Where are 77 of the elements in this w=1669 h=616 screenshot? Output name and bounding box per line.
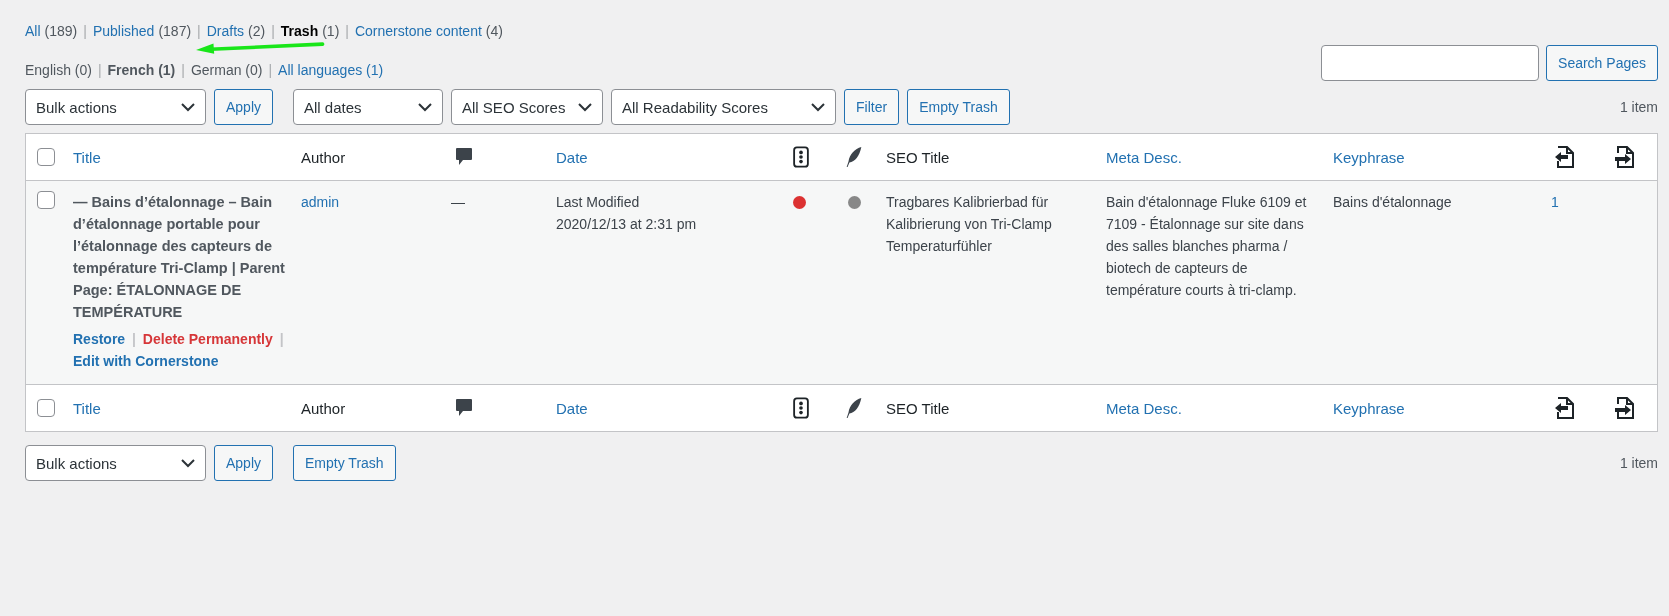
separator: | <box>132 331 136 347</box>
row-action-link[interactable]: Edit with Cornerstone <box>73 353 219 369</box>
incoming-link-icon <box>1613 145 1637 169</box>
column-header: Author <box>301 148 346 166</box>
column-header: SEO Title <box>886 148 950 166</box>
outgoing-link-icon <box>1553 396 1577 420</box>
status-filter-link[interactable]: Drafts <box>206 20 245 42</box>
checkbox[interactable] <box>37 399 55 417</box>
column-header-link[interactable]: Meta Desc. <box>1106 148 1182 166</box>
item-count: 1 item <box>1619 99 1658 115</box>
status-filter-link[interactable]: All <box>25 20 41 42</box>
status-filter-link[interactable]: Trash <box>280 20 319 42</box>
separator: | <box>271 22 275 41</box>
apply-button[interactable]: Apply <box>214 89 274 125</box>
status-filter-link[interactable]: Cornerstone content <box>354 20 482 42</box>
seo-title-text: Tragbares Kalibrierbad für Kalibrierung von Tri-Clamp Temperaturfühler <box>886 193 1053 256</box>
empty-trash-button[interactable]: Empty Trash <box>293 445 396 481</box>
feather-icon <box>844 146 864 168</box>
separator: | <box>197 22 201 41</box>
status-count: (189) <box>44 22 78 41</box>
status-count: (2) <box>248 22 266 41</box>
item-count: 1 item <box>1619 455 1658 471</box>
page-title-link[interactable]: — Bains d’étalonnage – Bain d’étalonnage portable pour l’étalonnage des capteurs de température Tri-Clamp | Parent Page: ÉTALONNAGE DE TEMPÉRATURE <box>73 191 291 323</box>
author-link[interactable]: admin <box>301 194 340 210</box>
meta-description-text: Bain d'étalonnage Fluke 6109 et 7109 - Étalonnage sur site dans des salles blanches pharma / biotech de capteurs de température courts à tri-clamp. <box>1106 193 1308 300</box>
apply-button[interactable]: Apply <box>214 445 274 481</box>
column-header-link[interactable]: Keyphrase <box>1333 399 1405 417</box>
comment-count: — <box>451 194 465 210</box>
keyphrase-text: Bains d'étalonnage <box>1333 193 1453 212</box>
column-header-link[interactable]: Keyphrase <box>1333 148 1405 166</box>
separator: | <box>268 61 273 80</box>
separator: | <box>279 331 284 347</box>
traffic-light-icon <box>791 146 811 168</box>
checkbox[interactable] <box>37 148 55 166</box>
row-action-link[interactable]: Delete Permanently <box>142 331 273 347</box>
chevron-down-icon <box>811 102 826 112</box>
filter-dropdown[interactable]: All dates <box>293 89 444 125</box>
separator: | <box>83 22 87 41</box>
filter-button[interactable]: Filter <box>844 89 900 125</box>
column-header-link[interactable]: Title <box>73 148 101 166</box>
column-header-link[interactable]: Date <box>556 148 588 166</box>
chevron-down-icon <box>181 458 195 468</box>
filter-dropdown[interactable]: All Readability Scores <box>611 89 837 125</box>
separator: | <box>97 61 102 80</box>
status-count: (1) <box>322 22 340 41</box>
column-header-link[interactable]: Title <box>73 399 101 417</box>
empty-trash-button[interactable]: Empty Trash <box>907 89 1010 125</box>
date-value: 2020/12/13 at 2:31 pm <box>556 215 698 234</box>
feather-icon <box>844 397 864 419</box>
language-filter: English (0) <box>25 61 92 80</box>
bulk-actions-dropdown[interactable]: Bulk actions <box>25 89 206 125</box>
separator: | <box>181 61 185 80</box>
language-filter: German (0) <box>190 61 263 80</box>
chevron-down-icon <box>418 102 433 112</box>
link-count[interactable]: 1 <box>1551 194 1559 210</box>
chevron-down-icon <box>181 102 195 112</box>
outgoing-link-icon <box>1553 145 1577 169</box>
bulk-actions-dropdown[interactable]: Bulk actions <box>25 445 206 481</box>
traffic-light-icon <box>791 397 811 419</box>
date-status: Last Modified <box>556 193 641 212</box>
separator: | <box>345 22 349 41</box>
row-action-link[interactable]: Restore <box>73 331 126 347</box>
column-header-link[interactable]: Meta Desc. <box>1106 399 1182 417</box>
column-header: Author <box>301 399 346 417</box>
filter-dropdown[interactable]: All SEO Scores <box>451 89 604 125</box>
status-count: (4) <box>485 22 503 41</box>
chevron-down-icon <box>578 102 593 112</box>
incoming-link-icon <box>1613 396 1637 420</box>
language-filter[interactable]: All languages (1) <box>278 59 384 81</box>
status-filter-link[interactable]: Published <box>92 20 155 42</box>
language-filter: French (1) <box>107 61 176 80</box>
column-header-link[interactable]: Date <box>556 399 588 417</box>
column-header: SEO Title <box>886 399 950 417</box>
search-field[interactable] <box>1321 45 1540 81</box>
checkbox[interactable] <box>37 191 55 209</box>
status-count: (187) <box>158 22 192 41</box>
search-button[interactable]: Search Pages <box>1546 45 1658 81</box>
